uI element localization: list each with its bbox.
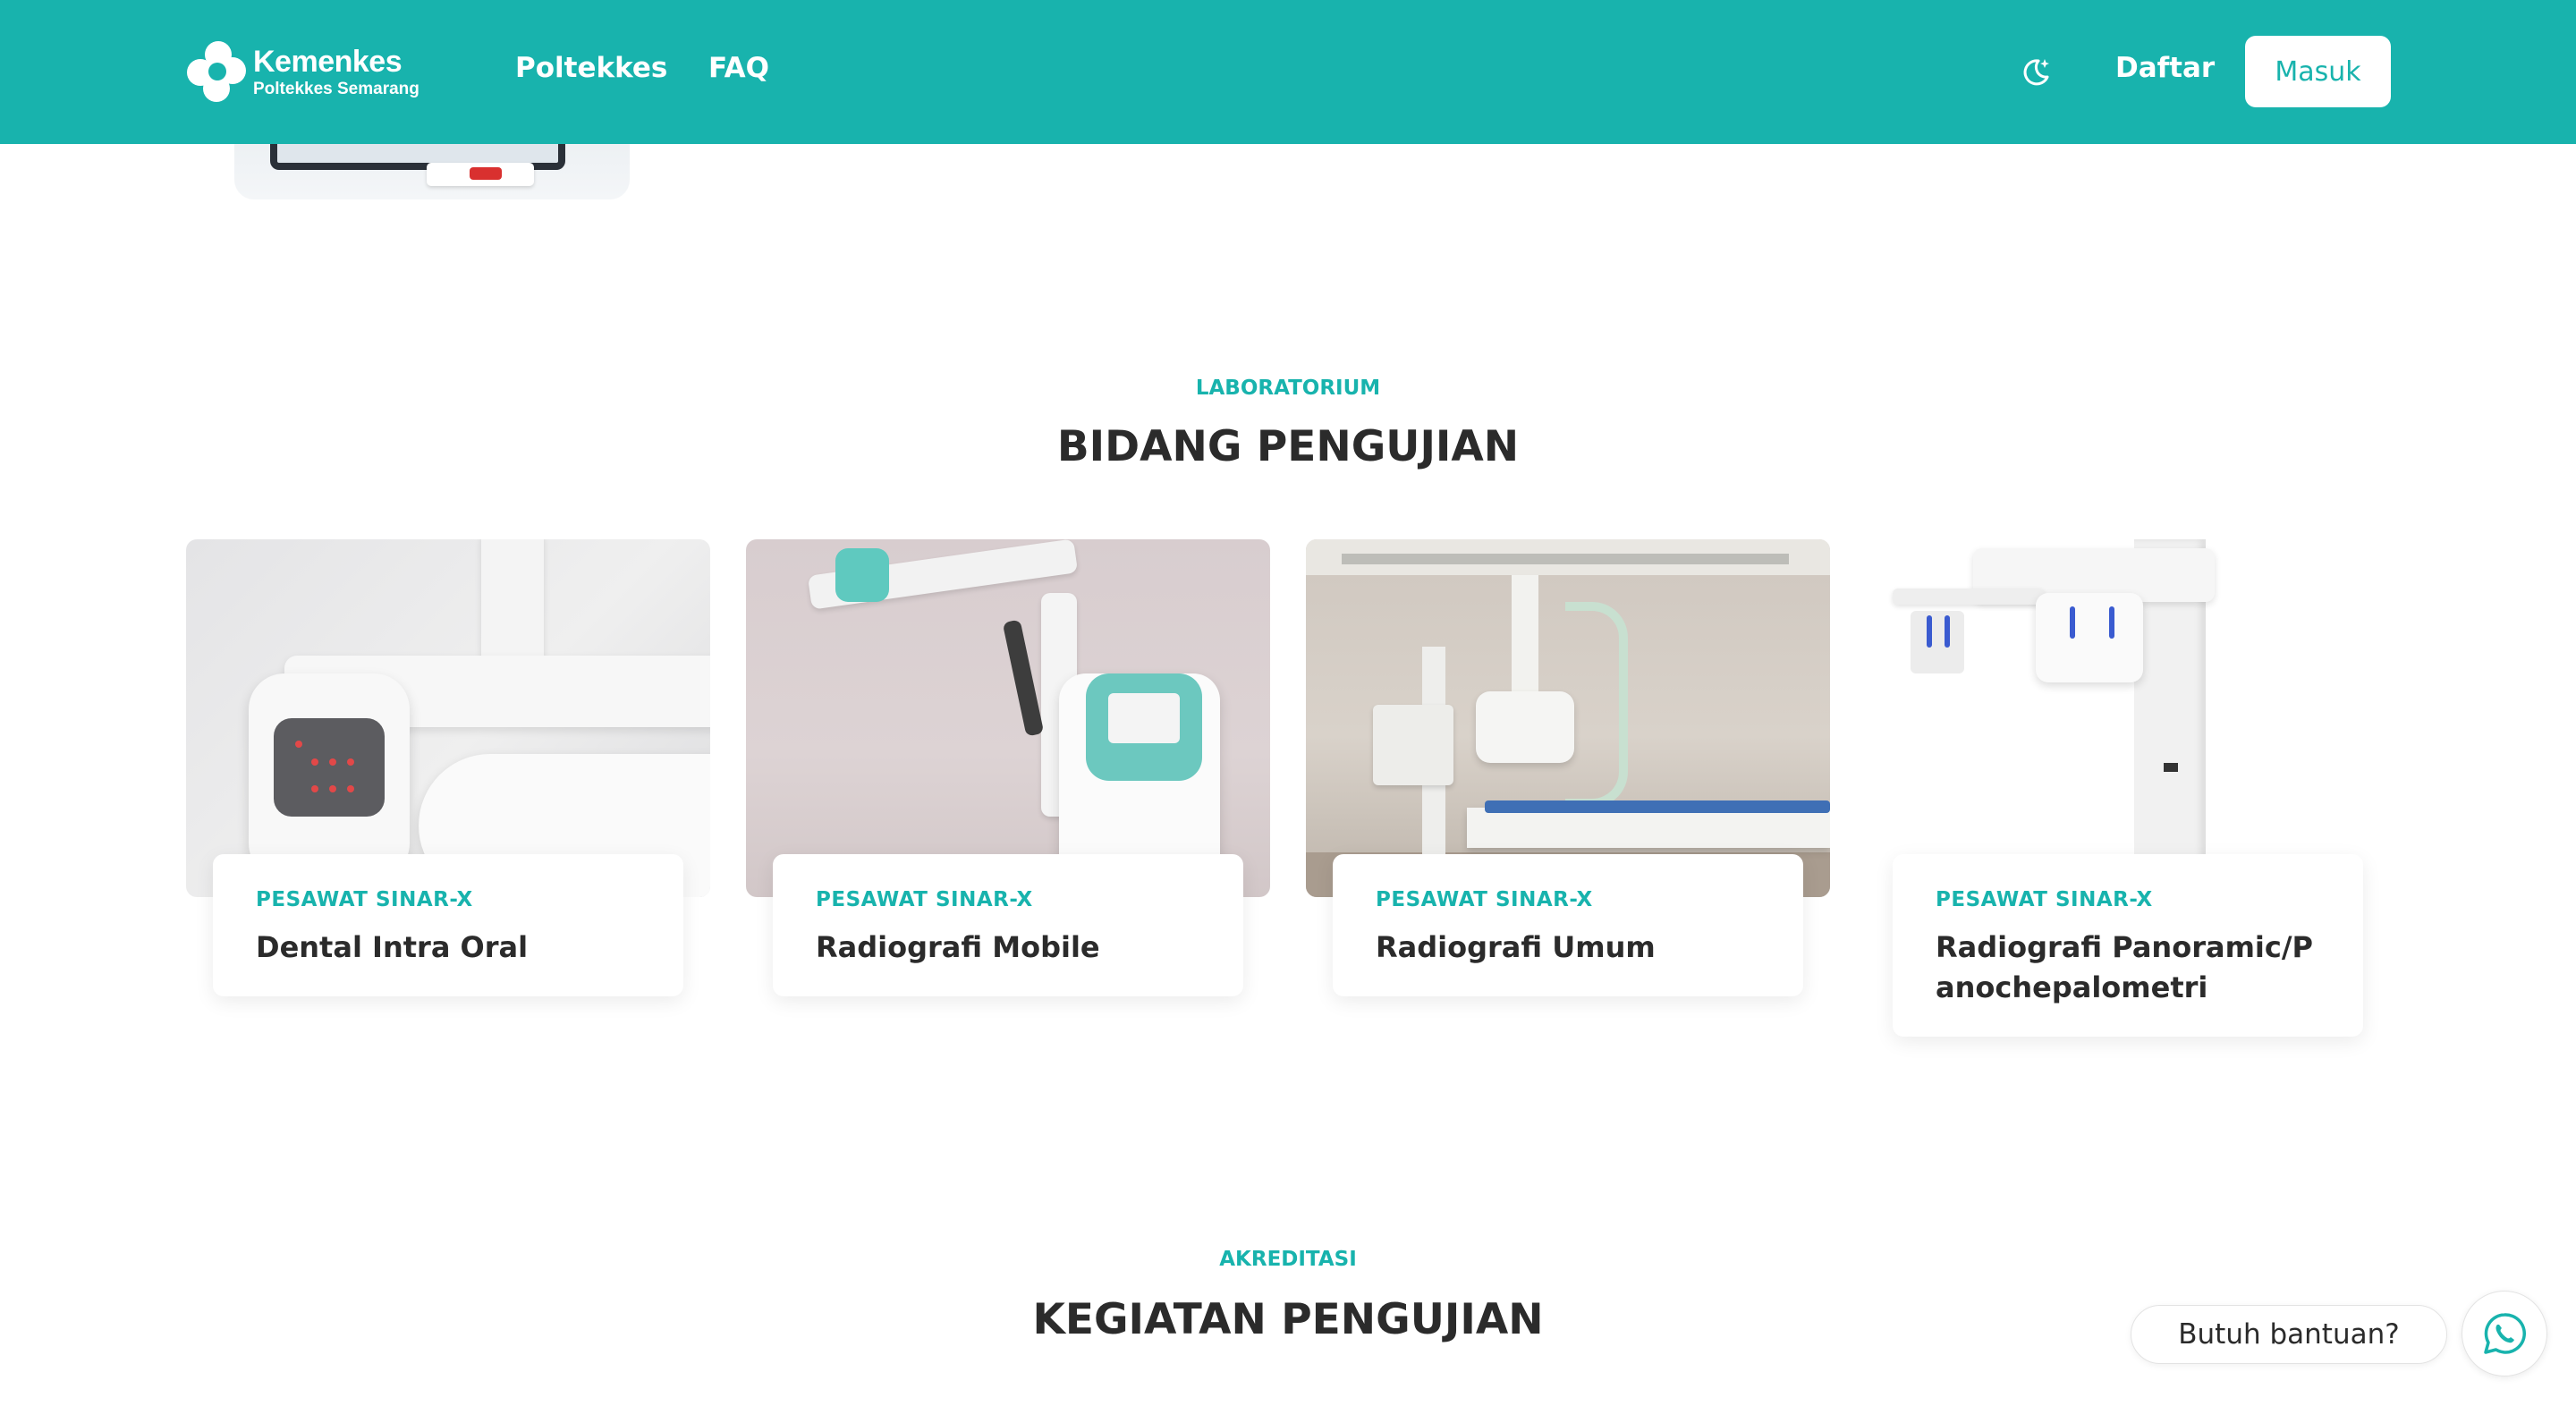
help-bubble[interactable]: Butuh bantuan?: [2131, 1305, 2447, 1364]
card-title: Radiografi Mobile: [816, 930, 1100, 964]
moon-sparkle-icon[interactable]: [2019, 54, 2055, 89]
section-eyebrow-akreditasi: AKREDITASI: [1219, 1248, 1357, 1271]
card-radiografi-mobile[interactable]: PESAWAT SINAR-X Radiografi Mobile: [746, 539, 1270, 1076]
kemenkes-logo[interactable]: Kemenkes Poltekkes Semarang: [185, 39, 419, 104]
site-header: Kemenkes Poltekkes Semarang Poltekkes FA…: [0, 0, 2576, 144]
logo-subtitle: Poltekkes Semarang: [253, 79, 419, 98]
card-image: [1866, 539, 2390, 897]
card-kicker: PESAWAT SINAR-X: [816, 888, 1033, 911]
device-illustration: [427, 163, 534, 186]
section-eyebrow-laboratorium: LABORATORIUM: [1195, 377, 1381, 400]
card-kicker: PESAWAT SINAR-X: [256, 888, 473, 911]
card-title: Radiografi Panoramic/Panochepalometri: [1936, 930, 2313, 1004]
card-radiografi-umum[interactable]: PESAWAT SINAR-X Radiografi Umum: [1306, 539, 1830, 1076]
section-title-bidang-pengujian: BIDANG PENGUJIAN: [1056, 422, 1520, 471]
whatsapp-button[interactable]: [2462, 1291, 2547, 1376]
kemenkes-logo-icon: [185, 39, 246, 104]
card-dental-intra-oral[interactable]: PESAWAT SINAR-X Dental Intra Oral: [186, 539, 710, 1076]
card-title: Dental Intra Oral: [256, 930, 529, 964]
card-body: PESAWAT SINAR-X Radiografi Mobile: [773, 854, 1243, 996]
register-link[interactable]: Daftar: [2115, 52, 2215, 84]
nav-link-faq[interactable]: FAQ: [708, 52, 769, 84]
login-button[interactable]: Masuk: [2245, 36, 2391, 107]
logo-title: Kemenkes: [253, 44, 402, 79]
card-image: [186, 539, 710, 897]
card-image: [1306, 539, 1830, 897]
card-body: PESAWAT SINAR-X Radiografi Umum: [1333, 854, 1803, 996]
card-radiografi-panoramic[interactable]: PESAWAT SINAR-X Radiografi Panoramic/Pan…: [1866, 539, 2390, 1076]
card-title: Radiografi Umum: [1376, 930, 1656, 964]
card-body: PESAWAT SINAR-X Radiografi Panoramic/Pan…: [1893, 854, 2363, 1037]
card-image: [746, 539, 1270, 897]
card-kicker: PESAWAT SINAR-X: [1376, 888, 1593, 911]
whatsapp-icon: [2484, 1313, 2526, 1354]
logo-text: Kemenkes Poltekkes Semarang: [253, 47, 419, 97]
card-body: PESAWAT SINAR-X Dental Intra Oral: [213, 854, 683, 996]
nav-link-poltekkes[interactable]: Poltekkes: [515, 52, 667, 84]
card-kicker: PESAWAT SINAR-X: [1936, 888, 2153, 911]
